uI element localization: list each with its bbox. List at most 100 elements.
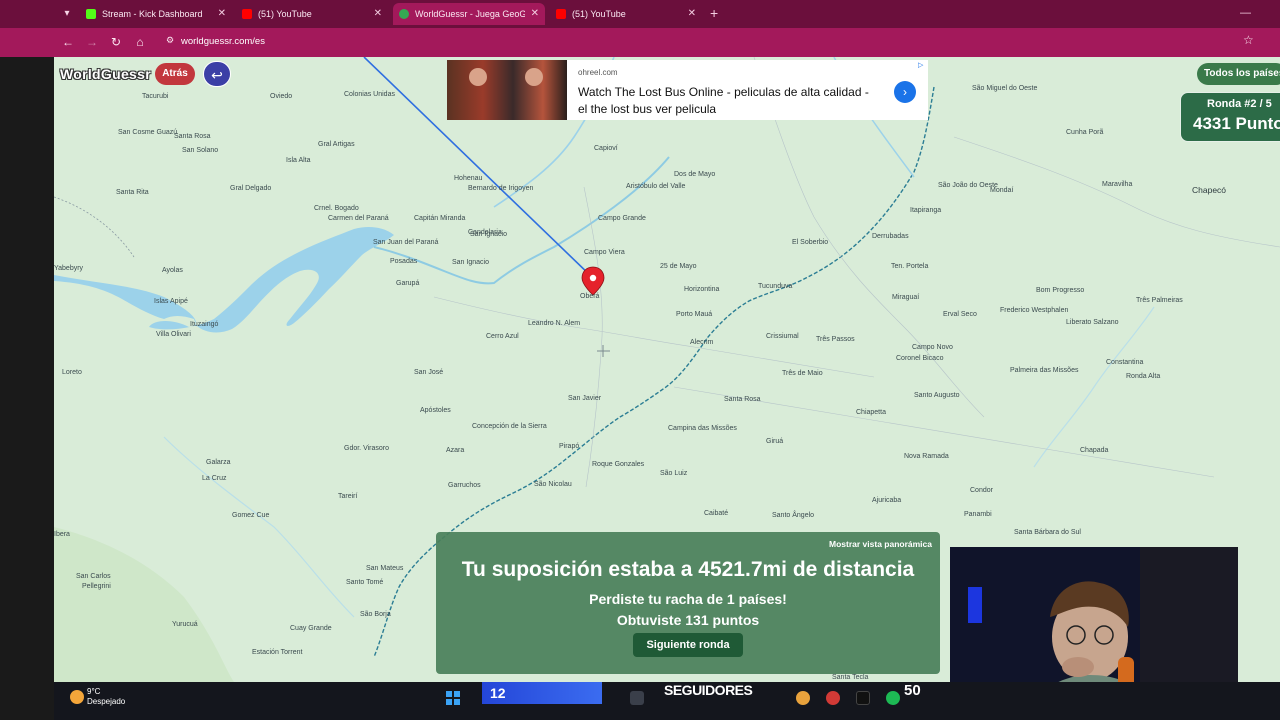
map-label: Garruchos — [448, 482, 481, 489]
map-label: Apóstoles — [420, 407, 451, 414]
close-icon[interactable]: ✕ — [531, 3, 539, 25]
tiktok-icon[interactable] — [856, 691, 870, 705]
map-label: San Mateus — [366, 565, 404, 572]
map-label: Yurucuá — [172, 621, 198, 628]
next-round-button[interactable]: Siguiente ronda — [633, 633, 743, 657]
browser-toolbar: ← → ↻ ⌂ ⚙ worldguessr.com/es ☆ — [0, 28, 1280, 57]
map-label: El Soberbio — [792, 239, 829, 246]
map-label: Chapecó — [1192, 185, 1227, 195]
back-arrow-icon[interactable]: ← — [60, 34, 76, 50]
bookmark-star-icon[interactable]: ☆ — [1243, 33, 1254, 47]
map-label: Roque Gonzales — [592, 461, 645, 468]
windows-start-icon[interactable] — [446, 691, 460, 705]
map-label: Galarza — [206, 459, 231, 466]
map-label: Panambi — [964, 511, 992, 518]
map-label: Cunha Porã — [1066, 129, 1104, 136]
back-button[interactable]: Atrás — [155, 63, 195, 85]
chrome-icon[interactable] — [796, 691, 810, 705]
map-label: Santo Augusto — [914, 392, 960, 399]
map-label: Santa Bárbara do Sul — [1014, 529, 1081, 536]
map-label: La Cruz — [202, 475, 227, 482]
tab-youtube-2[interactable]: (51) YouTube ✕ — [550, 3, 702, 25]
address-bar[interactable]: worldguessr.com/es — [181, 36, 265, 47]
tab-title: WorldGuessr - Juega GeoGuessr — [415, 9, 525, 19]
map-label: Azara — [446, 447, 465, 454]
weather-temperature[interactable]: 9°C — [87, 687, 100, 696]
minimize-icon[interactable]: — — [1240, 4, 1251, 22]
reload-icon[interactable]: ↻ — [108, 34, 124, 50]
map-label: Ten. Portela — [891, 263, 929, 270]
close-icon[interactable]: ✕ — [688, 3, 696, 25]
map-label: Condor — [970, 487, 993, 494]
map-label: Pirapó — [559, 443, 580, 450]
map-label: Carmen del Paraná — [328, 215, 389, 222]
chevron-right-icon[interactable]: › — [894, 81, 916, 103]
show-panorama-link[interactable]: Mostrar vista panorámica — [829, 539, 932, 549]
spotify-icon[interactable] — [886, 691, 900, 705]
map-label: Derrubadas — [872, 233, 909, 240]
map-label: Santo Ângelo — [772, 512, 815, 519]
map-label: Itapiranga — [910, 207, 942, 214]
ad-thumbnail[interactable] — [447, 60, 567, 120]
globe-icon — [399, 9, 409, 19]
map-label: Liberato Salzano — [1066, 319, 1119, 326]
map-label: Islas Apipé — [154, 298, 188, 305]
tab-kick-dashboard[interactable]: Stream - Kick Dashboard ✕ — [80, 3, 232, 25]
map-label: Tareirí — [338, 493, 358, 500]
tab-search-icon[interactable]: ▾ — [58, 5, 76, 23]
youtube-icon — [242, 9, 252, 19]
map-label: 25 de Mayo — [660, 263, 697, 270]
map-label: Santa Rita — [116, 189, 149, 196]
ad-domain: ohreel.com — [578, 68, 618, 77]
tab-youtube-1[interactable]: (51) YouTube ✕ — [236, 3, 388, 25]
parana-river — [54, 227, 394, 333]
map-label: Ituzaingó — [190, 321, 219, 328]
taskview-icon[interactable] — [630, 691, 644, 705]
ad-headline[interactable]: Watch The Lost Bus Online - peliculas de… — [578, 84, 878, 118]
adchoices-icon[interactable]: ▷ — [918, 61, 923, 69]
close-icon[interactable]: ✕ — [218, 3, 226, 25]
browser-tabstrip: ▾ Stream - Kick Dashboard ✕ (51) YouTube… — [0, 0, 1280, 28]
return-icon[interactable]: ↩ — [203, 61, 231, 87]
screen: ▾ Stream - Kick Dashboard ✕ (51) YouTube… — [0, 0, 1280, 720]
map-label: Hohenau — [454, 175, 483, 182]
all-countries-button[interactable]: Todos los países — [1197, 63, 1280, 85]
map-label: Leandro N. Alem — [528, 320, 581, 327]
map-label: Estación Torrent — [252, 649, 303, 656]
chrome-icon[interactable] — [826, 691, 840, 705]
home-icon[interactable]: ⌂ — [132, 34, 148, 50]
tab-worldguessr[interactable]: WorldGuessr - Juega GeoGuessr ✕ — [393, 3, 545, 25]
map-label: São Luiz — [660, 470, 688, 477]
followers-count: 50 — [904, 682, 921, 699]
map-label: Três Palmeiras — [1136, 297, 1183, 304]
site-info-icon[interactable]: ⚙ — [164, 35, 176, 47]
map-label: Miraguaí — [892, 294, 920, 301]
new-tab-button[interactable]: + — [710, 4, 718, 22]
map-label: Isla Alta — [286, 157, 311, 164]
advertisement[interactable]: ohreel.com Watch The Lost Bus Online - p… — [447, 60, 928, 120]
map-label: San Javier — [568, 395, 602, 402]
map-label: Concepción de la Sierra — [472, 423, 547, 430]
map-label: Gral Delgado — [230, 185, 272, 192]
map-label: Crnel. Bogado — [314, 205, 359, 212]
weather-description[interactable]: Despejado — [87, 697, 125, 706]
worldguessr-logo[interactable]: WorldGuessr — [60, 66, 151, 82]
tab-title: (51) YouTube — [258, 9, 312, 19]
map-label: Caibaté — [704, 510, 729, 517]
map-label: Loreto — [62, 369, 82, 376]
map-label: Tacurubi — [142, 93, 169, 100]
close-icon[interactable]: ✕ — [374, 3, 382, 25]
map-label: Bom Progresso — [1036, 287, 1085, 294]
map-label: Constantina — [1106, 359, 1144, 366]
points-text: Obtuviste 131 puntos — [616, 612, 760, 628]
river — [163, 436, 355, 618]
map-label: Cuay Grande — [290, 625, 332, 632]
border-line — [54, 196, 135, 258]
map-label: Crissiumal — [766, 333, 799, 340]
weather-sun-icon[interactable] — [70, 690, 84, 704]
forward-arrow-icon[interactable]: → — [84, 34, 100, 50]
tab-title: Stream - Kick Dashboard — [102, 9, 203, 19]
map-label: Pellegrini — [82, 583, 111, 590]
map-label: São João do Oeste — [938, 182, 998, 189]
score-label: 4331 Puntos — [1193, 114, 1280, 133]
